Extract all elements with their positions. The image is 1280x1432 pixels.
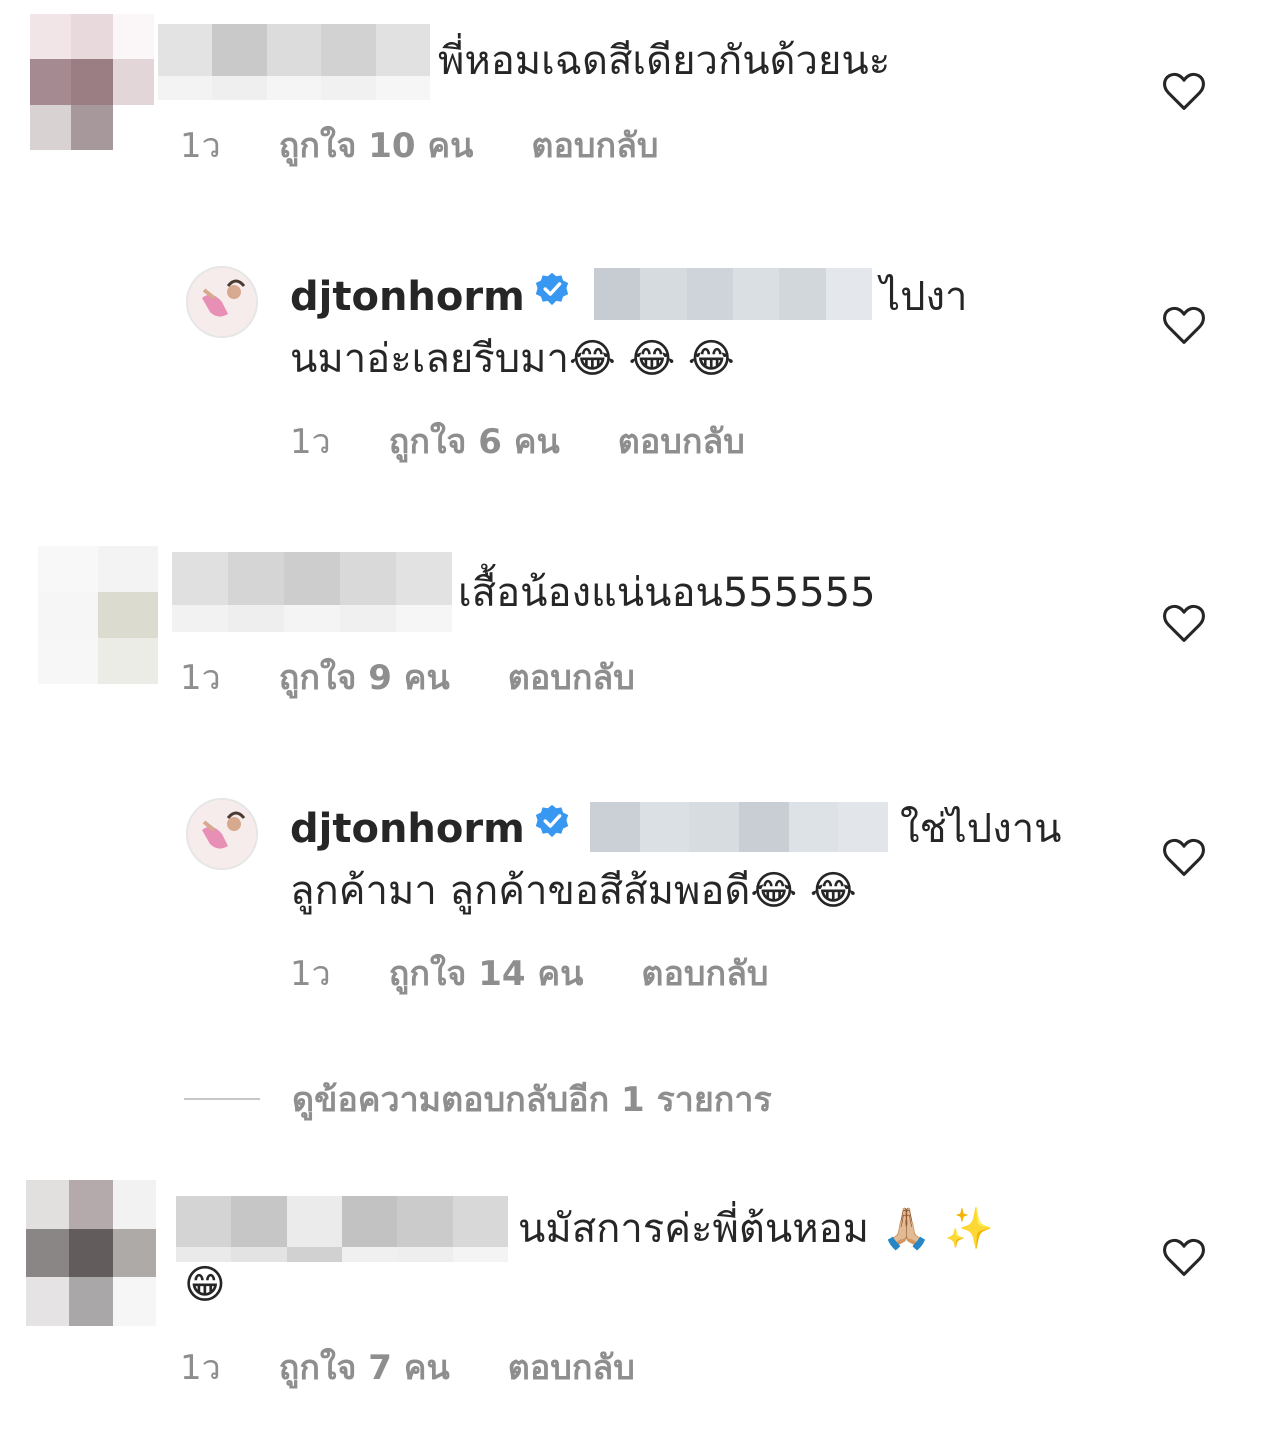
likes-count-link[interactable]: ถูกใจ 10 คน [279,118,474,172]
comment-text: นมัสการค่ะพี่ต้นหอม [518,1206,869,1252]
avatar-blurred[interactable] [38,546,158,684]
divider-line [184,1098,260,1100]
verified-badge-icon [535,804,568,838]
comment-time: 1ว [180,126,221,166]
avatar[interactable] [186,266,258,338]
praying-hands-emoji: 🙏🏼 ✨ [881,1206,995,1252]
reply-text: นมาอ่ะเลยรีบมา [290,336,570,382]
comment-text-line-1: นมัสการค่ะพี่ต้นหอม 🙏🏼 ✨ [518,1198,994,1260]
likes-count-link[interactable]: ถูกใจ 9 คน [279,650,450,704]
reply-text-line-1: ใช่ไปงาน [900,806,1062,852]
comment-text-line-2: 😁 [184,1254,226,1316]
comment-text: เสื้อน้องแน่นอน555555 [458,570,876,616]
likes-count-link[interactable]: ถูกใจ 7 คน [279,1340,450,1394]
view-more-replies-button[interactable]: ดูข้อความตอบกลับอีก 1 รายการ [184,1072,772,1126]
verified-badge-icon [535,272,568,306]
reply-line-1: djtonhorm [290,266,569,328]
mention-blurred[interactable] [590,802,888,852]
avatar-blurred[interactable] [30,14,154,150]
reply-text: ลูกค้ามา ลูกค้าขอสีส้มพอดี [290,868,751,914]
avatar[interactable] [186,798,258,870]
comment-time: 1ว [180,658,221,698]
comment-meta: 1ว ถูกใจ 6 คน ตอบกลับ [290,414,745,468]
reply-text-line-1: ไปงา [880,274,968,320]
comment-time: 1ว [290,422,331,462]
grinning-emoji: 😁 [184,1262,226,1308]
username-link[interactable]: djtonhorm [290,274,525,320]
reply-button[interactable]: ตอบกลับ [641,946,768,1000]
reply-button[interactable]: ตอบกลับ [508,1340,635,1394]
profile-photo-icon [188,268,256,336]
comment-meta: 1ว ถูกใจ 7 คน ตอบกลับ [180,1340,635,1394]
username-blurred[interactable] [172,552,452,632]
username-blurred[interactable] [158,24,430,100]
likes-count-link[interactable]: ถูกใจ 6 คน [389,414,560,468]
heart-icon[interactable] [1162,306,1206,346]
comment-time: 1ว [290,954,331,994]
comment-meta: 1ว ถูกใจ 14 คน ตอบกลับ [290,946,769,1000]
profile-photo-icon [188,800,256,868]
comment-meta: 1ว ถูกใจ 9 คน ตอบกลับ [180,650,635,704]
heart-icon[interactable] [1162,72,1206,112]
reply-button[interactable]: ตอบกลับ [508,650,635,704]
reply-text-line-2: นมาอ่ะเลยรีบมา😂 😂 😂 [290,328,735,390]
comment-text: พี่หอมเฉดสีเดียวกันด้วยนะ [438,38,891,84]
heart-icon[interactable] [1162,1238,1206,1278]
reply-line-1: djtonhorm [290,798,569,860]
laughing-emoji: 😂 😂 😂 [569,336,735,382]
reply-button[interactable]: ตอบกลับ [618,414,745,468]
heart-icon[interactable] [1162,604,1206,644]
username-blurred[interactable] [176,1196,508,1262]
laughing-emoji: 😂 😂 [750,868,857,914]
heart-icon[interactable] [1162,838,1206,878]
username-link[interactable]: djtonhorm [290,806,525,852]
comment-meta: 1ว ถูกใจ 10 คน ตอบกลับ [180,118,659,172]
reply-button[interactable]: ตอบกลับ [531,118,658,172]
comment-time: 1ว [180,1348,221,1388]
view-more-replies-label: ดูข้อความตอบกลับอีก 1 รายการ [292,1080,772,1120]
mention-blurred[interactable] [594,268,872,320]
likes-count-link[interactable]: ถูกใจ 14 คน [389,946,584,1000]
avatar-blurred[interactable] [26,1180,156,1326]
reply-text-line-2: ลูกค้ามา ลูกค้าขอสีส้มพอดี😂 😂 [290,860,857,922]
